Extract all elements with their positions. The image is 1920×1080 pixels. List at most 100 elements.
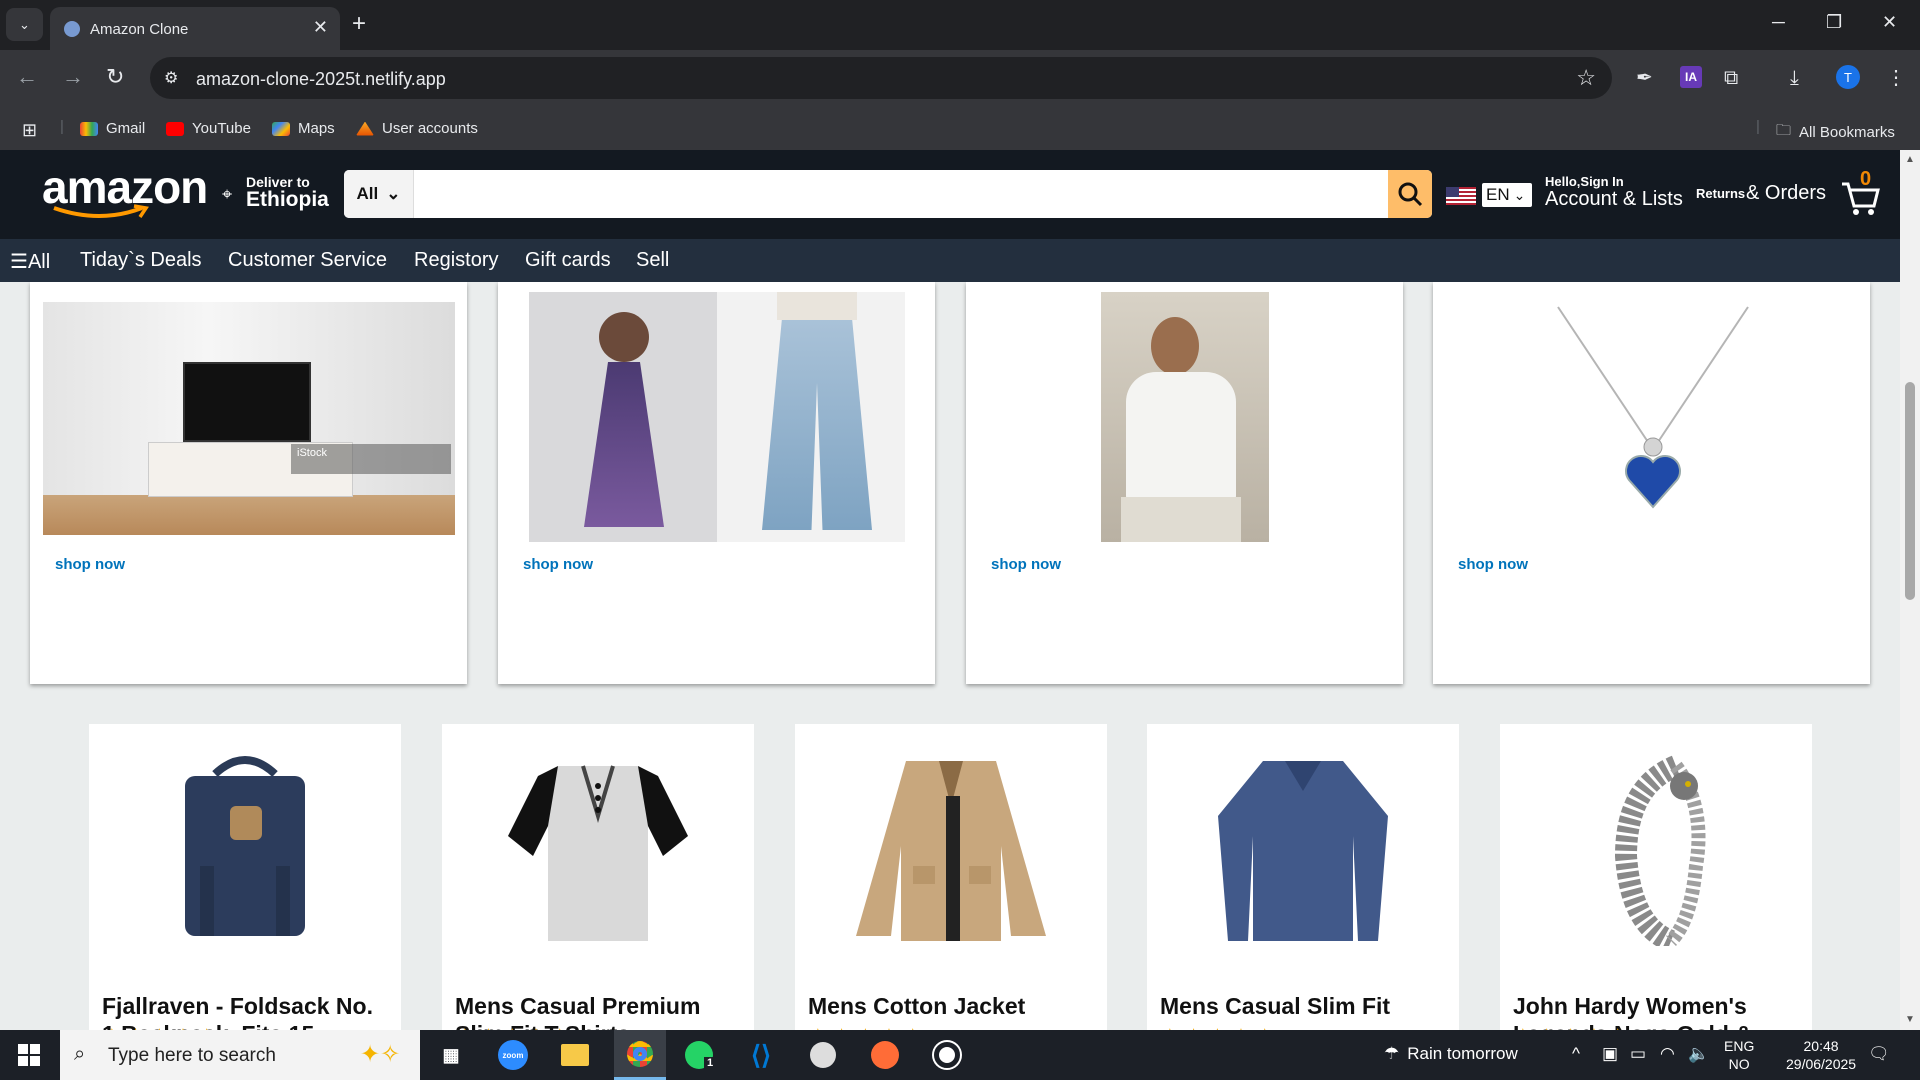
search-button[interactable] — [1388, 170, 1432, 218]
bookmark-maps[interactable]: Maps — [272, 120, 335, 137]
forward-icon[interactable]: → — [62, 65, 84, 89]
nav-customer-service[interactable]: Customer Service — [228, 249, 387, 272]
url-text[interactable]: amazon-clone-2025t.netlify.app — [196, 69, 446, 90]
category-card[interactable]: shop now — [1433, 282, 1870, 684]
search-input[interactable] — [416, 170, 1376, 218]
all-bookmarks-label: All Bookmarks — [1799, 124, 1895, 141]
volume-icon[interactable]: 🔈 — [1688, 1044, 1709, 1064]
nav-gift-cards[interactable]: Gift cards — [525, 249, 611, 272]
shop-now-link[interactable]: shop now — [991, 556, 1061, 573]
language-label: EN — [1486, 185, 1510, 204]
back-icon[interactable]: ← — [16, 65, 38, 89]
language-select[interactable]: EN ⌄ — [1482, 183, 1532, 207]
eyedropper-icon[interactable]: ✒ — [1636, 66, 1653, 90]
product-image — [856, 761, 1046, 941]
file-explorer-icon[interactable] — [558, 1039, 592, 1071]
category-card[interactable]: shop now — [966, 282, 1403, 684]
logo-smile-icon — [53, 204, 149, 218]
watermark: iStock — [291, 444, 451, 474]
search-category-select[interactable]: All ⌄ — [344, 170, 414, 218]
postman-app-icon[interactable] — [868, 1039, 902, 1071]
scroll-down-icon[interactable]: ▼ — [1905, 1014, 1915, 1025]
account-lists-label: Account & Lists — [1545, 188, 1683, 210]
category-image — [717, 292, 905, 542]
orders-label[interactable]: & Orders — [1746, 182, 1826, 205]
reload-icon[interactable]: ↻ — [106, 65, 124, 89]
cart-button[interactable]: 0 — [1840, 168, 1884, 216]
weather-widget[interactable]: ☂ Rain tomorrow — [1384, 1044, 1518, 1064]
wifi-icon[interactable]: ◠ — [1660, 1044, 1675, 1064]
app-icon[interactable] — [806, 1039, 840, 1071]
scroll-up-icon[interactable]: ▲ — [1905, 154, 1915, 165]
vscode-app-icon[interactable]: ⟨⟩ — [744, 1039, 778, 1071]
battery-icon[interactable]: ▭ — [1630, 1044, 1646, 1064]
bookmark-label: Maps — [298, 120, 335, 137]
download-icon[interactable]: ⤓ — [1790, 66, 1799, 90]
bookmarks-bar: ⊞ | Gmail YouTube Maps User accounts | 🗀… — [0, 108, 1920, 150]
site-info-icon[interactable]: ⚙ — [164, 68, 178, 88]
shop-now-link[interactable]: shop now — [55, 556, 125, 573]
new-tab-icon[interactable]: + — [352, 10, 366, 38]
apps-grid-icon[interactable]: ⊞ — [22, 120, 37, 141]
product-card[interactable]: Mens Cotton Jacket ★★★★★500 reviews — [795, 724, 1107, 1030]
shop-now-link[interactable]: shop now — [1458, 556, 1528, 573]
browser-tab[interactable]: Amazon Clone ✕ — [50, 7, 340, 50]
page-scrollbar[interactable]: ▲ ▼ — [1900, 150, 1920, 1030]
tray-chevron-up-icon[interactable]: ^ — [1572, 1044, 1580, 1064]
zoom-app-icon[interactable]: zoom — [496, 1039, 530, 1071]
nav-sell[interactable]: Sell — [636, 249, 669, 272]
product-card[interactable]: Fjallraven - Foldsack No. 1 Backpack, Fi… — [89, 724, 401, 1030]
product-card[interactable]: Mens Casual Premium Slim Fit T-Shirts ★★… — [442, 724, 754, 1030]
shop-now-link[interactable]: shop now — [523, 556, 593, 573]
tab-search-chevron-icon[interactable]: ⌄ — [6, 8, 43, 41]
bookmark-gmail[interactable]: Gmail — [80, 120, 145, 137]
clock[interactable]: 20:48 29/06/2025 — [1786, 1037, 1856, 1073]
product-card[interactable]: John Hardy Women's Legends Naga Gold & ★… — [1500, 724, 1812, 1030]
all-bookmarks[interactable]: 🗀 All Bookmarks — [1776, 120, 1895, 145]
menu-kebab-icon[interactable]: ⋮ — [1886, 66, 1906, 90]
bookmark-star-icon[interactable]: ☆ — [1576, 65, 1596, 91]
nav-all[interactable]: ☰All — [10, 249, 50, 274]
tab-close-icon[interactable]: ✕ — [313, 17, 328, 38]
product-image — [508, 765, 688, 941]
category-image — [1101, 292, 1269, 542]
scroll-thumb[interactable] — [1905, 382, 1915, 600]
user-accounts-icon — [356, 121, 374, 136]
weather-text: Rain tomorrow — [1407, 1044, 1518, 1063]
returns-label[interactable]: Returns — [1696, 186, 1745, 201]
maps-icon — [272, 121, 290, 136]
youtube-icon — [166, 121, 184, 136]
chrome-app-icon[interactable] — [614, 1030, 666, 1080]
windows-start-icon[interactable] — [18, 1044, 40, 1066]
notifications-icon[interactable]: 🗨 — [1868, 1044, 1890, 1064]
address-bar[interactable]: ⚙ amazon-clone-2025t.netlify.app ☆ — [150, 57, 1612, 99]
task-view-icon[interactable]: ▦ — [434, 1039, 468, 1071]
amazon-nav: ☰All Tiday`s Deals Customer Service Regi… — [0, 239, 1900, 282]
input-language[interactable]: ENG NO — [1724, 1037, 1754, 1073]
product-title[interactable]: Mens Cotton Jacket — [808, 992, 1098, 1020]
amazon-logo[interactable]: amazon — [42, 160, 208, 222]
taskbar-search[interactable]: ⌕ Type here to search ✦✧ — [60, 1030, 420, 1080]
search-icon — [1398, 182, 1423, 207]
profile-avatar[interactable]: T — [1836, 65, 1860, 89]
restore-icon[interactable]: ❐ — [1826, 12, 1842, 33]
category-image — [529, 292, 717, 542]
category-card[interactable]: shop now — [498, 282, 935, 684]
product-image — [185, 756, 305, 936]
minimize-icon[interactable]: ─ — [1772, 12, 1785, 33]
nav-registry[interactable]: Registory — [414, 249, 498, 272]
github-app-icon[interactable] — [930, 1039, 964, 1071]
category-card[interactable]: iStock shop now — [30, 282, 467, 684]
whatsapp-app-icon[interactable]: 1 — [682, 1039, 717, 1071]
tab-title: Amazon Clone — [90, 21, 189, 38]
window-close-icon[interactable]: ✕ — [1882, 12, 1897, 33]
extensions-icon[interactable]: ⧉ — [1724, 66, 1738, 90]
meet-now-icon[interactable]: ▣ — [1602, 1044, 1618, 1064]
ia-extension-icon[interactable]: IA — [1680, 66, 1702, 88]
bookmark-youtube[interactable]: YouTube — [166, 120, 251, 137]
product-card[interactable]: Mens Casual Slim Fit ★★☆☆☆430 reviews — [1147, 724, 1459, 1030]
bookmark-user-accounts[interactable]: User accounts — [356, 120, 478, 137]
nav-todays-deals[interactable]: Tiday`s Deals — [80, 249, 202, 272]
product-title[interactable]: Mens Casual Slim Fit — [1160, 992, 1450, 1020]
hamburger-icon: ☰ — [10, 251, 28, 273]
